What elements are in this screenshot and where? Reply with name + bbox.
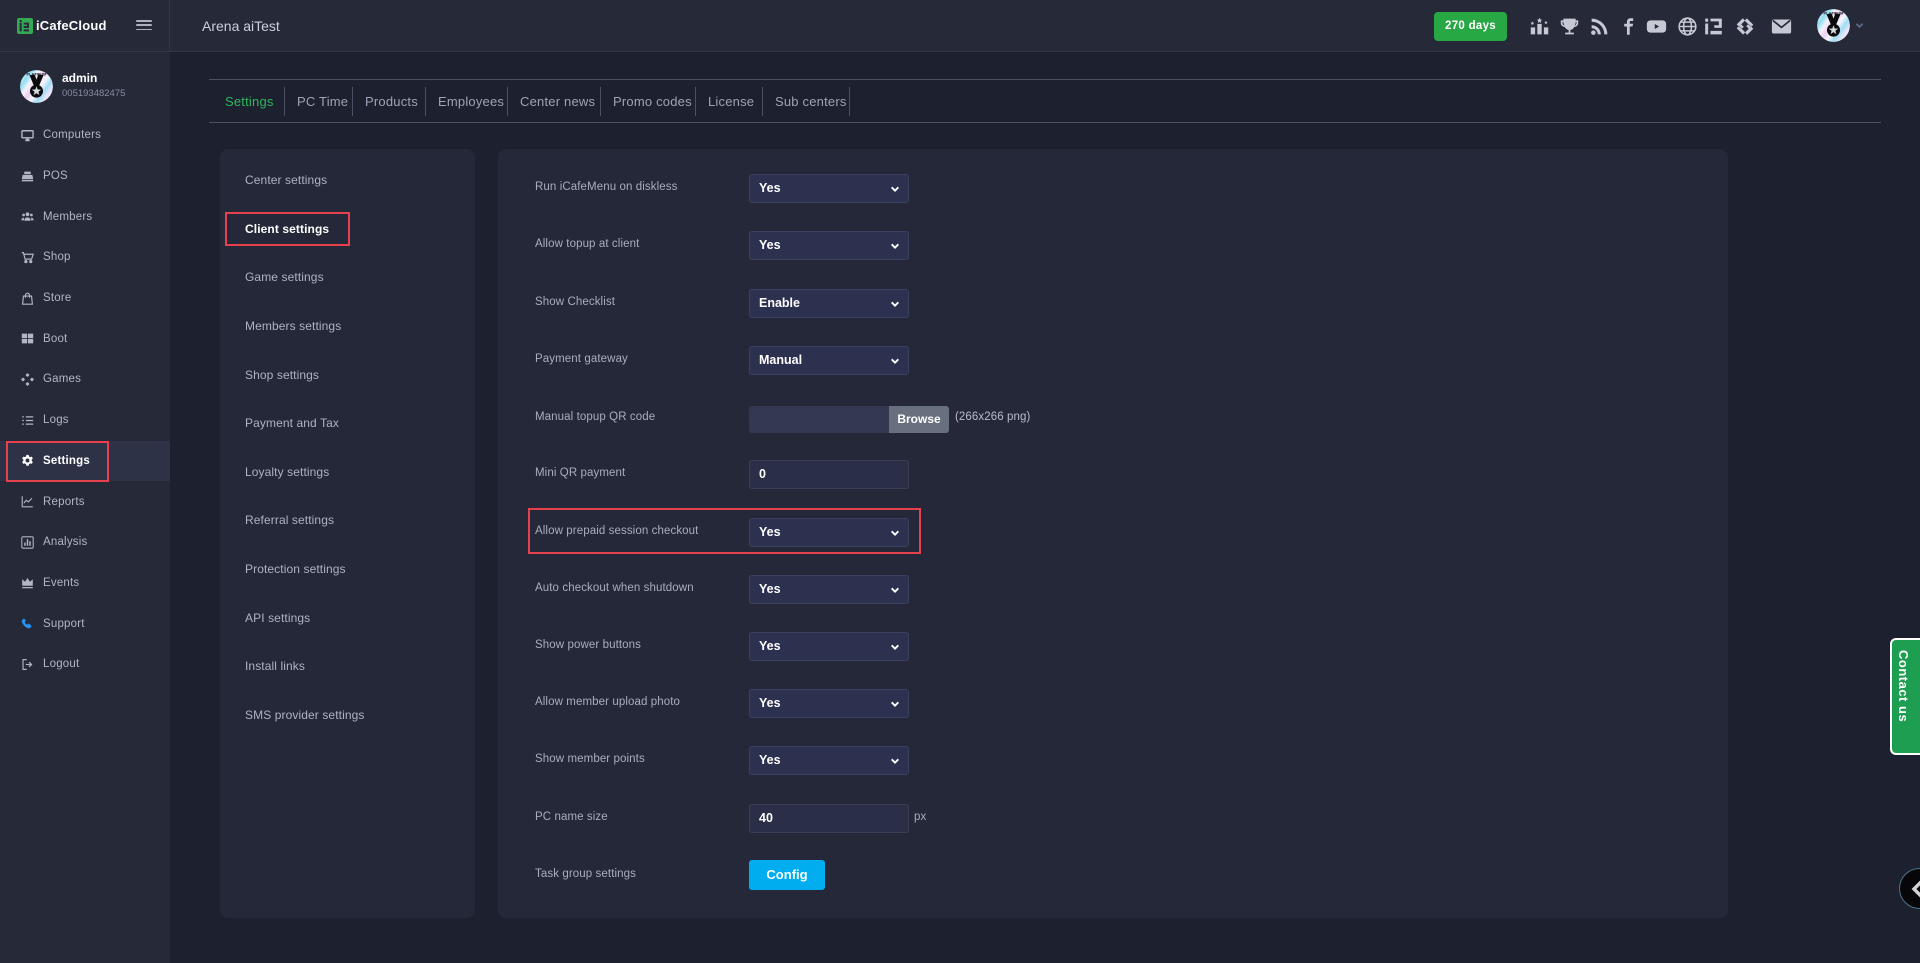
svg-text:PLATINUM: PLATINUM [1824,10,1844,15]
svg-text:PLATINUM: PLATINUM [27,71,47,76]
